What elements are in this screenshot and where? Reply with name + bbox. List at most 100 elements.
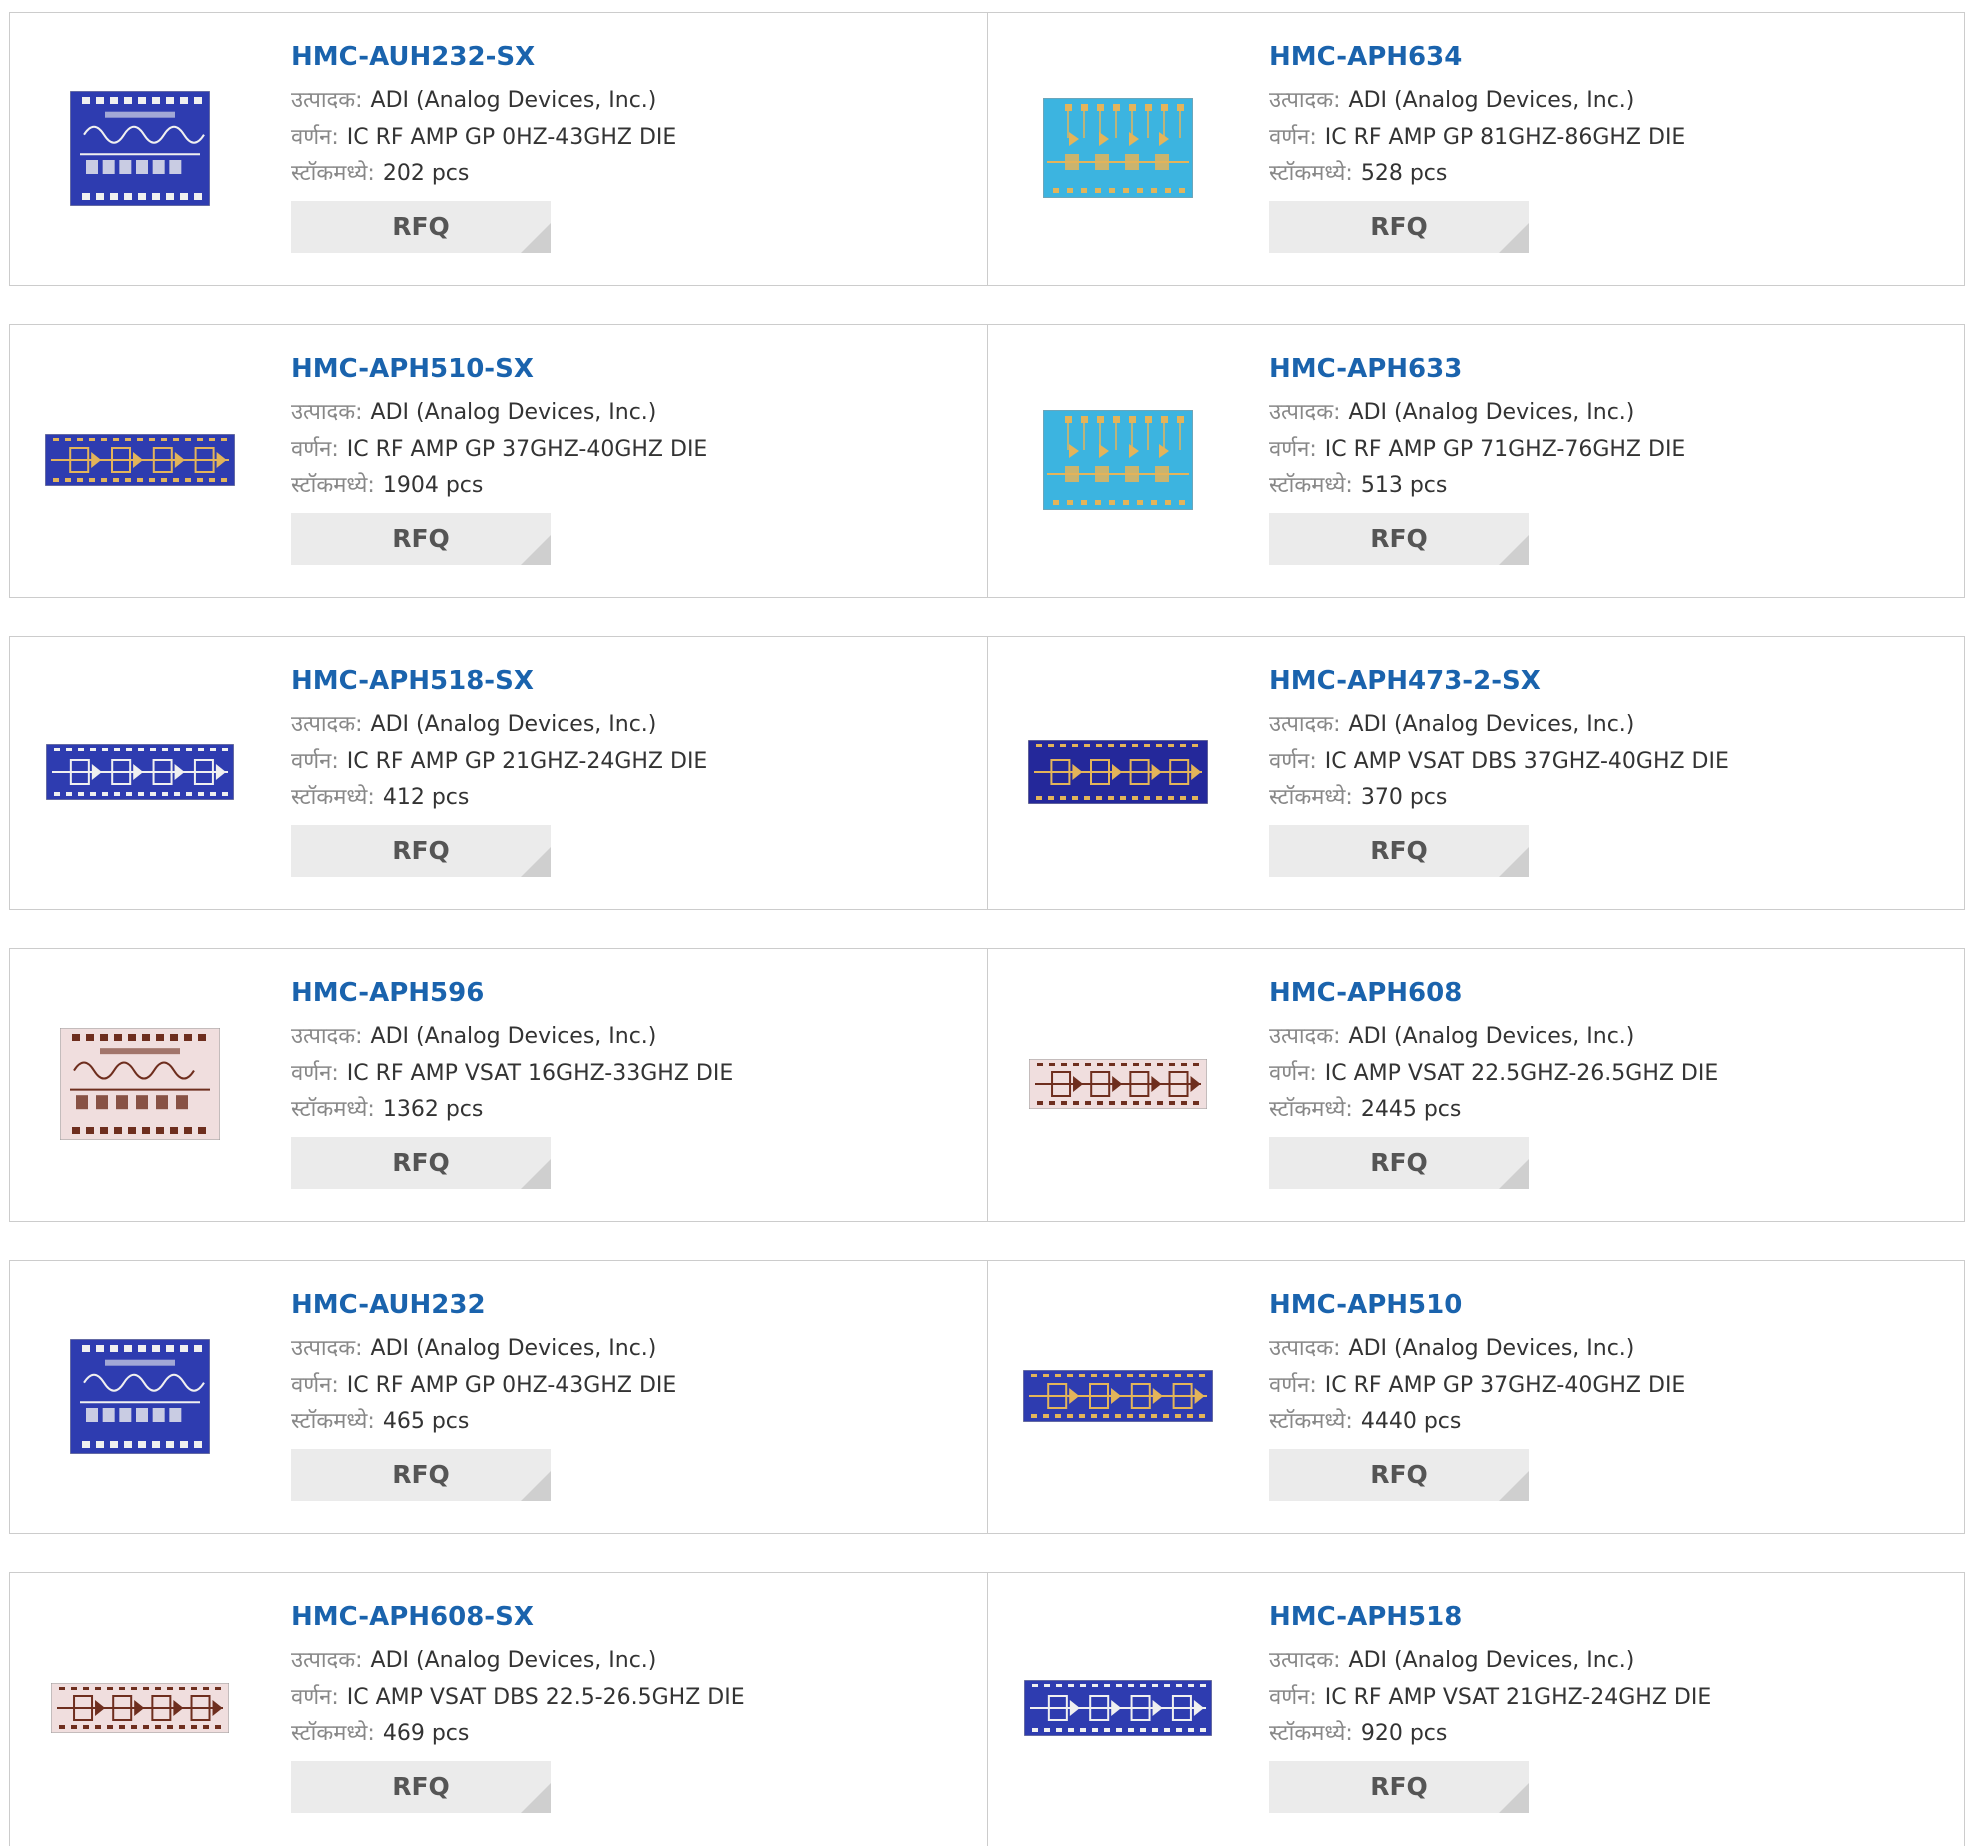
rfq-label: RFQ xyxy=(1370,211,1428,241)
rfq-label: RFQ xyxy=(1370,1771,1428,1801)
manufacturer-label: उत्पादक: xyxy=(291,1336,363,1361)
product-image[interactable] xyxy=(40,63,240,233)
product-info: HMC-APH596 उत्पादक: ADI (Analog Devices, … xyxy=(291,975,977,1189)
product-image[interactable] xyxy=(40,687,240,857)
manufacturer-row: उत्पादक: ADI (Analog Devices, Inc.) xyxy=(291,1019,977,1056)
product-image[interactable] xyxy=(1018,375,1218,545)
description-label: वर्णन: xyxy=(1269,1060,1317,1086)
corner-triangle-icon xyxy=(1499,1158,1529,1189)
product-image[interactable] xyxy=(1018,999,1218,1169)
manufacturer-row: उत्पादक: ADI (Analog Devices, Inc.) xyxy=(291,1643,977,1680)
rfq-label: RFQ xyxy=(392,1147,450,1177)
rfq-label: RFQ xyxy=(1370,1147,1428,1177)
manufacturer-row: उत्पादक: ADI (Analog Devices, Inc.) xyxy=(291,1331,977,1368)
rfq-button[interactable]: RFQ xyxy=(291,824,551,877)
rfq-button[interactable]: RFQ xyxy=(1269,1448,1529,1501)
rfq-button[interactable]: RFQ xyxy=(291,512,551,565)
manufacturer-row: उत्पादक: ADI (Analog Devices, Inc.) xyxy=(1269,1331,1954,1368)
product-part-link[interactable]: HMC-APH510-SX xyxy=(291,351,977,387)
product-image[interactable] xyxy=(40,1623,240,1793)
manufacturer-value: ADI (Analog Devices, Inc.) xyxy=(370,1024,657,1049)
product-row: HMC-APH608-SX उत्पादक: ADI (Analog Device… xyxy=(9,1572,1965,1846)
product-part-link[interactable]: HMC-APH518-SX xyxy=(291,663,977,699)
chip-die-icon xyxy=(60,1028,220,1140)
chip-die-icon xyxy=(1023,1370,1213,1422)
chip-die-icon xyxy=(70,1338,210,1454)
product-grid: HMC-AUH232-SX उत्पादक: ADI (Analog Device… xyxy=(9,12,1965,1846)
rfq-button[interactable]: RFQ xyxy=(1269,512,1529,565)
rfq-button[interactable]: RFQ xyxy=(1269,200,1529,253)
stock-value: 528 pcs xyxy=(1360,161,1448,186)
product-card: HMC-APH473-2-SX उत्पादक: ADI (Analog Devi… xyxy=(987,637,1964,909)
stock-label: स्टॉकमध्ये: xyxy=(1269,161,1353,186)
product-card: HMC-APH518 उत्पादक: ADI (Analog Devices, … xyxy=(987,1573,1964,1846)
manufacturer-row: उत्पादक: ADI (Analog Devices, Inc.) xyxy=(1269,707,1954,744)
description-label: वर्णन: xyxy=(1269,436,1317,462)
stock-row: स्टॉकमध्ये: 513 pcs xyxy=(1269,468,1954,505)
product-part-link[interactable]: HMC-APH596 xyxy=(291,975,977,1011)
stock-value: 1362 pcs xyxy=(382,1097,484,1122)
product-card: HMC-AUH232-SX उत्पादक: ADI (Analog Device… xyxy=(10,13,987,285)
product-part-link[interactable]: HMC-APH634 xyxy=(1269,39,1954,75)
chip-die-icon xyxy=(70,90,210,206)
description-row: वर्णन: IC RF AMP GP 37GHZ-40GHZ DIE xyxy=(291,432,977,469)
product-row: HMC-APH510-SX उत्पादक: ADI (Analog Device… xyxy=(9,324,1965,598)
product-image[interactable] xyxy=(40,375,240,545)
rfq-button[interactable]: RFQ xyxy=(1269,1760,1529,1813)
stock-label: स्टॉकमध्ये: xyxy=(1269,1409,1353,1434)
product-card: HMC-APH634 उत्पादक: ADI (Analog Devices, … xyxy=(987,13,1964,285)
stock-value: 469 pcs xyxy=(382,1721,470,1746)
product-part-link[interactable]: HMC-AUH232 xyxy=(291,1287,977,1323)
description-value: IC RF AMP GP 0HZ-43GHZ DIE xyxy=(346,124,677,150)
product-part-link[interactable]: HMC-APH510 xyxy=(1269,1287,1954,1323)
description-row: वर्णन: IC RF AMP GP 21GHZ-24GHZ DIE xyxy=(291,744,977,781)
corner-triangle-icon xyxy=(1499,1470,1529,1501)
manufacturer-row: उत्पादक: ADI (Analog Devices, Inc.) xyxy=(291,395,977,432)
description-value: IC RF AMP GP 0HZ-43GHZ DIE xyxy=(346,1372,677,1398)
stock-value: 920 pcs xyxy=(1360,1721,1448,1746)
description-row: वर्णन: IC RF AMP GP 71GHZ-76GHZ DIE xyxy=(1269,432,1954,469)
manufacturer-row: उत्पादक: ADI (Analog Devices, Inc.) xyxy=(1269,395,1954,432)
product-image[interactable] xyxy=(1018,687,1218,857)
rfq-button[interactable]: RFQ xyxy=(291,1448,551,1501)
product-image[interactable] xyxy=(1018,63,1218,233)
product-image[interactable] xyxy=(1018,1623,1218,1793)
stock-row: स्टॉकमध्ये: 1904 pcs xyxy=(291,468,977,505)
description-label: वर्णन: xyxy=(1269,1684,1317,1710)
description-value: IC AMP VSAT DBS 22.5-26.5GHZ DIE xyxy=(346,1684,745,1710)
stock-row: स्टॉकमध्ये: 465 pcs xyxy=(291,1404,977,1441)
product-image[interactable] xyxy=(40,999,240,1169)
product-image[interactable] xyxy=(40,1311,240,1481)
chip-die-icon xyxy=(1024,1680,1212,1736)
product-row: HMC-AUH232-SX उत्पादक: ADI (Analog Device… xyxy=(9,12,1965,286)
product-part-link[interactable]: HMC-APH518 xyxy=(1269,1599,1954,1635)
manufacturer-label: उत्पादक: xyxy=(291,712,363,737)
product-card: HMC-APH510-SX उत्पादक: ADI (Analog Device… xyxy=(10,325,987,597)
description-label: वर्णन: xyxy=(1269,124,1317,150)
product-image[interactable] xyxy=(1018,1311,1218,1481)
stock-row: स्टॉकमध्ये: 412 pcs xyxy=(291,780,977,817)
product-part-link[interactable]: HMC-APH608-SX xyxy=(291,1599,977,1635)
stock-value: 2445 pcs xyxy=(1360,1097,1462,1122)
rfq-button[interactable]: RFQ xyxy=(1269,1136,1529,1189)
rfq-label: RFQ xyxy=(1370,1459,1428,1489)
description-label: वर्णन: xyxy=(291,1372,339,1398)
manufacturer-value: ADI (Analog Devices, Inc.) xyxy=(370,400,657,425)
rfq-label: RFQ xyxy=(392,1771,450,1801)
product-part-link[interactable]: HMC-APH608 xyxy=(1269,975,1954,1011)
rfq-button[interactable]: RFQ xyxy=(291,200,551,253)
manufacturer-row: उत्पादक: ADI (Analog Devices, Inc.) xyxy=(1269,1019,1954,1056)
rfq-button[interactable]: RFQ xyxy=(291,1760,551,1813)
product-card: HMC-APH518-SX उत्पादक: ADI (Analog Device… xyxy=(10,637,987,909)
product-card: HMC-APH510 उत्पादक: ADI (Analog Devices, … xyxy=(987,1261,1964,1533)
chip-die-icon xyxy=(51,1683,229,1733)
stock-row: स्टॉकमध्ये: 1362 pcs xyxy=(291,1092,977,1129)
rfq-button[interactable]: RFQ xyxy=(1269,824,1529,877)
product-part-link[interactable]: HMC-APH473-2-SX xyxy=(1269,663,1954,699)
rfq-button[interactable]: RFQ xyxy=(291,1136,551,1189)
description-label: वर्णन: xyxy=(291,436,339,462)
manufacturer-label: उत्पादक: xyxy=(291,1648,363,1673)
stock-row: स्टॉकमध्ये: 202 pcs xyxy=(291,156,977,193)
product-part-link[interactable]: HMC-APH633 xyxy=(1269,351,1954,387)
product-part-link[interactable]: HMC-AUH232-SX xyxy=(291,39,977,75)
